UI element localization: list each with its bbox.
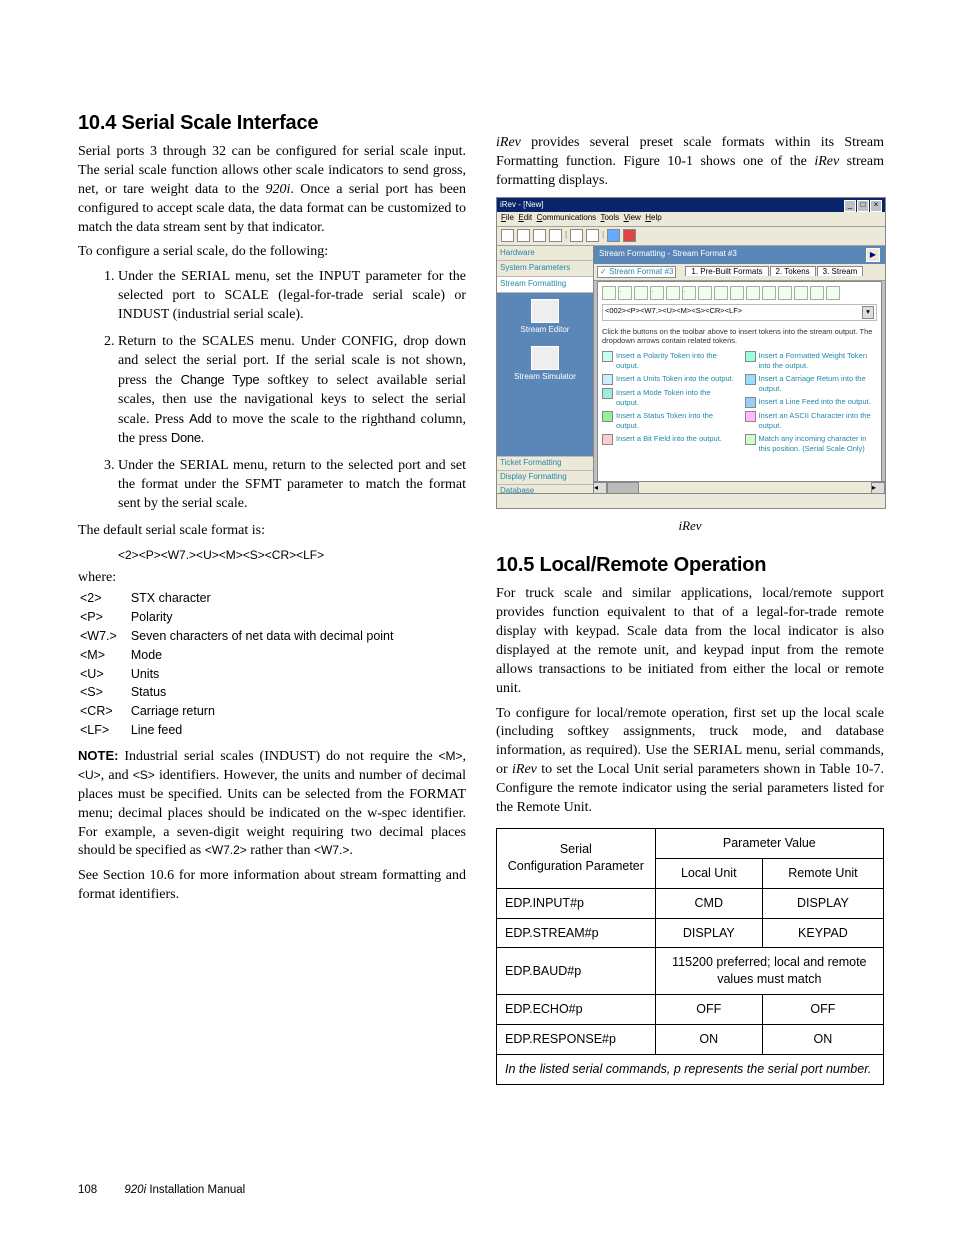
maximize-icon: □ (857, 200, 869, 212)
stream-editor-icon[interactable] (531, 299, 559, 323)
serial-params-table: SerialConfiguration Parameter Parameter … (496, 828, 884, 1085)
go-button[interactable]: ▶ (866, 248, 880, 262)
th-local: Local Unit (655, 858, 762, 888)
section-10-4-heading: 10.4 Serial Scale Interface (78, 110, 466, 137)
menu-bar[interactable]: File Edit Communications Tools View Help (497, 212, 885, 227)
th-param: SerialConfiguration Parameter (497, 828, 656, 888)
page-footer: 108 920i Installation Manual (78, 1183, 245, 1199)
default-format-string: <2><P><W7.><U><M><S><CR><LF> (118, 547, 466, 563)
close-icon: × (870, 200, 882, 212)
tab-stream[interactable]: 3. Stream (817, 266, 864, 276)
table-row: EDP.STREAM#pDISPLAYKEYPAD (497, 918, 884, 948)
stream-simulator-label: Stream Simulator (514, 372, 576, 383)
table-row: EDP.BAUD#p115200 preferred; local and re… (497, 948, 884, 995)
sec2-p2: To configure for local/remote operation,… (496, 705, 884, 818)
nav-stream-formatting[interactable]: Stream Formatting (497, 277, 593, 293)
default-format-label: The default serial scale format is: (78, 522, 466, 541)
th-remote: Remote Unit (762, 858, 883, 888)
tab-tokens[interactable]: 2. Tokens (770, 266, 816, 276)
window-buttons[interactable]: _□× (843, 198, 882, 212)
status-bar (497, 493, 885, 508)
sec2-p1: For truck scale and similar applications… (496, 585, 884, 698)
sec1-p2: To configure a serial scale, do the foll… (78, 243, 466, 262)
table-row: EDP.RESPONSE#pONON (497, 1025, 884, 1055)
panel-title: Stream Formatting - Stream Format #3 ▶ (594, 246, 885, 264)
th-value: Parameter Value (655, 828, 883, 858)
token-definitions: <2>STX character <P>Polarity <W7.>Seven … (80, 590, 407, 741)
minimize-icon: _ (844, 200, 856, 212)
sec1-p1: Serial ports 3 through 32 can be configu… (78, 143, 466, 237)
irev-screenshot: iRev - [New] _□× File Edit Communication… (496, 197, 886, 509)
figure-caption: iRev (496, 517, 884, 535)
nav-ticket-formatting[interactable]: Ticket Formatting (497, 456, 593, 470)
table-footnote: In the listed serial commands, p represe… (497, 1054, 884, 1084)
note: NOTE: Industrial serial scales (INDUST) … (78, 747, 466, 861)
right-intro: iRev provides several preset scale forma… (496, 134, 884, 191)
config-steps: Under the SERIAL menu, set the INPUT par… (78, 268, 466, 514)
stream-editor-label: Stream Editor (521, 325, 570, 336)
format-combo[interactable]: ✓ Stream Format #3 (597, 266, 676, 279)
window-titlebar: iRev - [New] _□× (497, 198, 885, 212)
window-title: iRev - [New] (500, 198, 544, 212)
nav-system-params[interactable]: System Parameters (497, 261, 593, 277)
step-3: Under the SERIAL menu, return to the sel… (118, 457, 466, 514)
where-label: where: (78, 569, 466, 588)
format-line[interactable]: <002><P><W7.><U><M><S><CR><LF>▾ (602, 304, 877, 320)
step-1: Under the SERIAL menu, set the INPUT par… (118, 268, 466, 325)
table-row: EDP.ECHO#pOFFOFF (497, 995, 884, 1025)
sidebar: Hardware System Parameters Stream Format… (497, 246, 594, 498)
step-2: Return to the SCALES menu. Under CONFIG,… (118, 333, 466, 449)
see-more: See Section 10.6 for more information ab… (78, 867, 466, 905)
stream-simulator-icon[interactable] (531, 346, 559, 370)
nav-display-formatting[interactable]: Display Formatting (497, 470, 593, 484)
main-toolbar[interactable]: | | (497, 227, 885, 246)
nav-hardware[interactable]: Hardware (497, 246, 593, 262)
table-row: EDP.INPUT#pCMDDISPLAY (497, 888, 884, 918)
editor-toolbar[interactable]: ··· (602, 286, 877, 300)
tab-prebuilt[interactable]: 1. Pre-Built Formats (685, 266, 768, 276)
hint-text: Click the buttons on the toolbar above t… (602, 327, 877, 345)
page-number: 108 (78, 1184, 97, 1196)
section-10-5-heading: 10.5 Local/Remote Operation (496, 552, 884, 579)
